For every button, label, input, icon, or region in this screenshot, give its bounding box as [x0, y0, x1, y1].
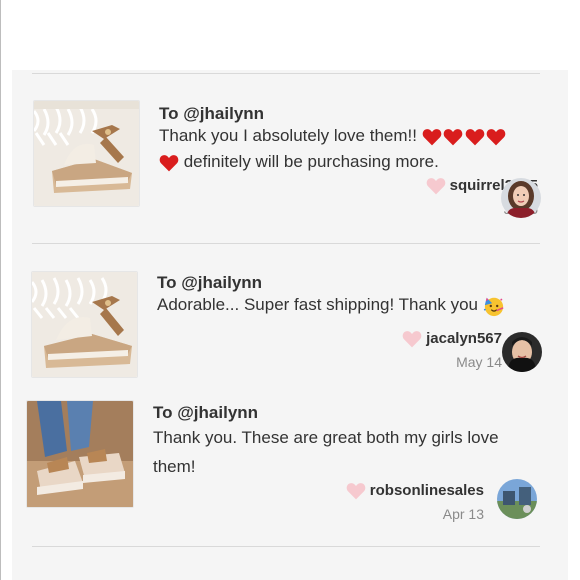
- sandal-image: [32, 272, 137, 377]
- avatar[interactable]: [501, 178, 541, 218]
- reviews-panel: To @jhailynn Thank you I absolutely love…: [12, 70, 568, 580]
- heart-icon: [422, 128, 442, 145]
- heart-icon: [159, 154, 179, 171]
- review-date: May 14: [456, 354, 502, 370]
- avatar[interactable]: [502, 332, 542, 372]
- review-meta: jacalyn567 May 14: [402, 329, 502, 370]
- review-message: Thank you. These are great both my girls…: [153, 428, 499, 476]
- heart-emoji-group: [422, 126, 506, 145]
- review-card: To @jhailynn Adorable... Super fast ship…: [12, 244, 568, 394]
- review-card: To @jhailynn Thank you I absolutely love…: [12, 70, 568, 240]
- reviewer-username[interactable]: robsonlinesales: [370, 482, 484, 499]
- review-message: Thank you I absolutely love them!! defin…: [159, 123, 549, 175]
- sandal-image: [34, 101, 139, 206]
- review-message-text: definitely will be purchasing more.: [179, 152, 439, 171]
- like-heart-icon[interactable]: [346, 481, 366, 501]
- heart-icon: [443, 128, 463, 145]
- left-border: [0, 0, 1, 580]
- heart-icon: [486, 128, 506, 145]
- sandal-image: [27, 401, 133, 507]
- product-thumbnail[interactable]: [31, 271, 138, 378]
- product-thumbnail[interactable]: [33, 100, 140, 207]
- heart-icon: [465, 128, 484, 145]
- like-heart-icon[interactable]: [402, 329, 422, 349]
- review-recipient: To @jhailynn: [159, 104, 265, 123]
- avatar[interactable]: [497, 479, 537, 519]
- divider: [32, 546, 540, 547]
- review-recipient: To @jhailynn: [157, 273, 263, 292]
- review-date: Apr 13: [442, 506, 484, 522]
- review-card: To @jhailynn Thank you. These are great …: [12, 395, 568, 575]
- review-message: Adorable... Super fast shipping! Thank y…: [157, 292, 552, 318]
- review-recipient: To @jhailynn: [153, 403, 259, 422]
- reviewer-username[interactable]: jacalyn567: [426, 330, 502, 347]
- product-thumbnail[interactable]: [26, 400, 134, 508]
- review-meta: robsonlinesales Apr 13: [346, 481, 484, 522]
- like-heart-icon[interactable]: [426, 176, 446, 196]
- review-message-text: Adorable... Super fast shipping! Thank y…: [157, 295, 483, 314]
- party-face-icon: [483, 297, 504, 316]
- review-message-text: Thank you I absolutely love them!!: [159, 126, 422, 145]
